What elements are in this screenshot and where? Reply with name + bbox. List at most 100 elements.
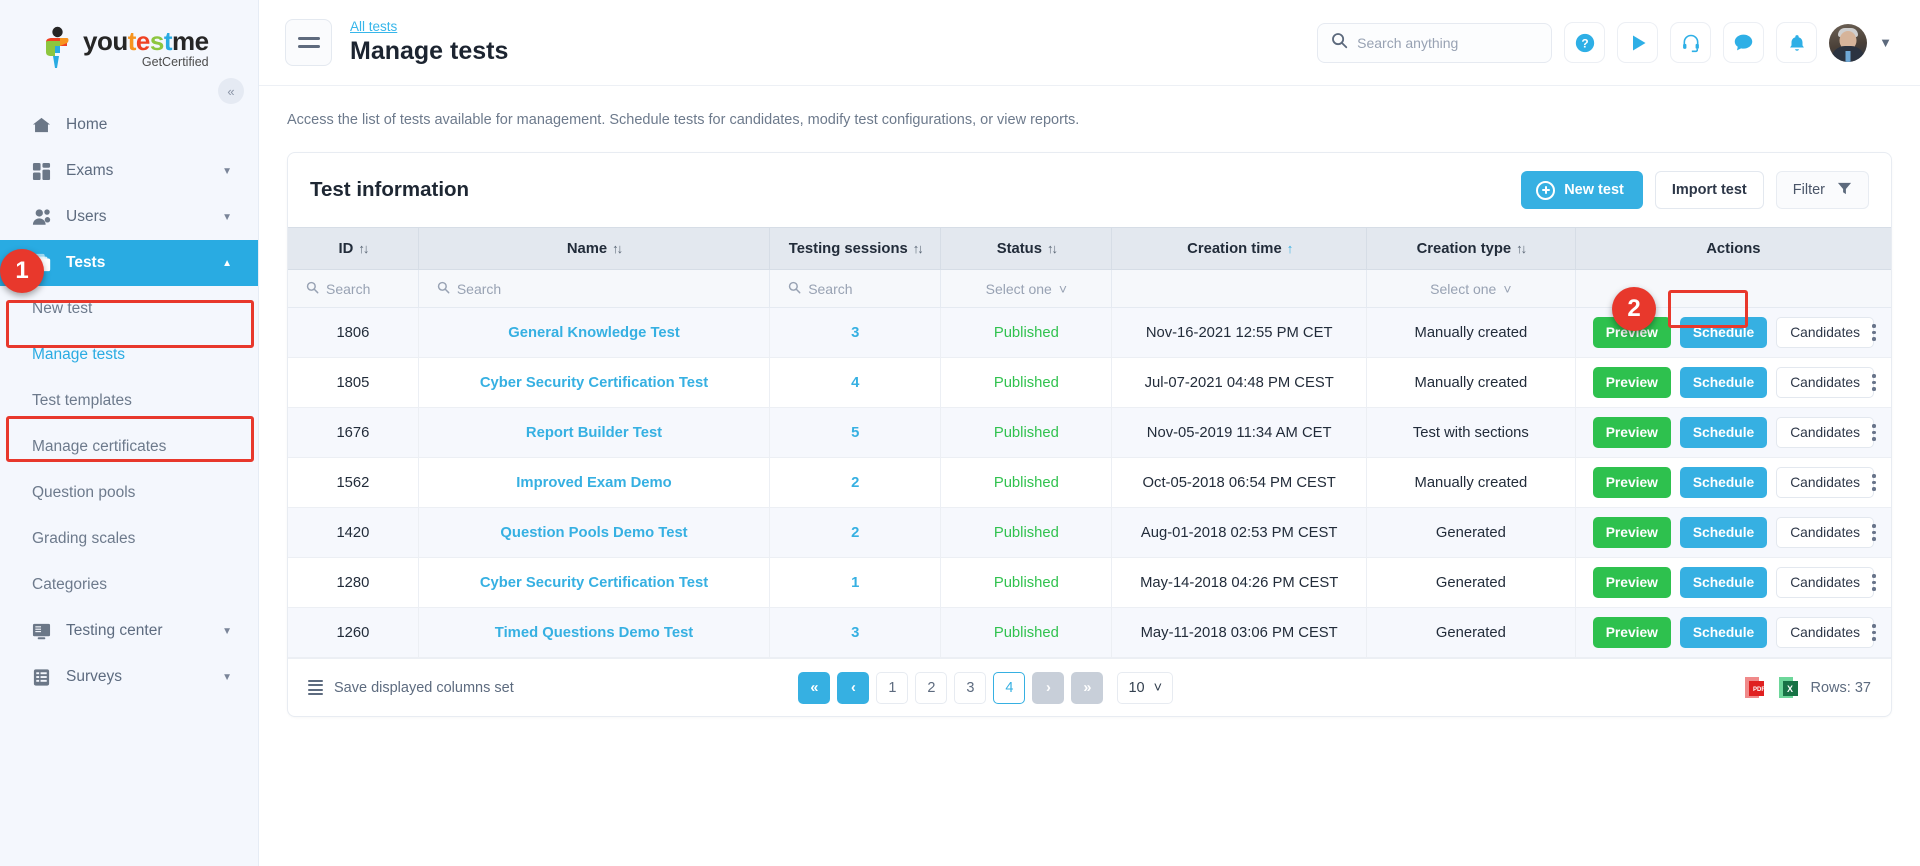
cell-sessions-link[interactable]: 4 [770, 358, 941, 408]
sidebar-item-exams[interactable]: Exams ▼ [0, 148, 258, 194]
chat-icon[interactable] [1723, 22, 1764, 63]
pdf-export-icon[interactable]: PDF [1743, 675, 1766, 700]
candidates-button[interactable]: Candidates [1776, 317, 1874, 348]
column-header-name[interactable]: Name↑↓ [418, 228, 769, 270]
notifications-bell-icon[interactable] [1776, 22, 1817, 63]
creation-type-select[interactable]: Select one ˅ [1367, 281, 1575, 297]
page-button-4-active[interactable]: 4 [993, 672, 1025, 704]
cell-name-link[interactable]: Cyber Security Certification Test [418, 358, 769, 408]
first-page-button[interactable]: « [798, 672, 830, 704]
id-search-input[interactable]: Search [288, 281, 418, 297]
chevron-down-icon[interactable]: ▼ [1879, 35, 1892, 50]
status-select[interactable]: Select one ˅ [941, 281, 1111, 297]
user-avatar[interactable] [1829, 24, 1867, 62]
sidebar-item-users[interactable]: Users ▼ [0, 194, 258, 240]
hamburger-icon[interactable] [285, 19, 332, 66]
column-header-id[interactable]: ID↑↓ [288, 228, 418, 270]
column-header-status[interactable]: Status↑↓ [941, 228, 1112, 270]
cell-sessions-link[interactable]: 3 [770, 308, 941, 358]
schedule-button[interactable]: Schedule [1680, 617, 1767, 648]
preview-button[interactable]: Preview [1593, 567, 1671, 598]
preview-button[interactable]: Preview [1593, 417, 1671, 448]
candidates-button[interactable]: Candidates [1776, 467, 1874, 498]
preview-button[interactable]: Preview [1593, 367, 1671, 398]
sidebar-item-testing-center[interactable]: Testing center ▼ [0, 608, 258, 654]
schedule-button[interactable]: Schedule [1680, 567, 1767, 598]
kebab-menu-icon[interactable] [1863, 574, 1885, 591]
search-input[interactable] [1357, 35, 1522, 51]
kebab-menu-icon[interactable] [1863, 374, 1885, 391]
cell-sessions-link[interactable]: 5 [770, 408, 941, 458]
sidebar-item-grading-scales[interactable]: Grading scales [0, 516, 258, 562]
import-test-button[interactable]: Import test [1655, 171, 1764, 209]
table-row[interactable]: 1562 Improved Exam Demo 2 Published Oct-… [288, 458, 1891, 508]
table-row[interactable]: 1280 Cyber Security Certification Test 1… [288, 558, 1891, 608]
cell-name-link[interactable]: General Knowledge Test [418, 308, 769, 358]
filter-cell-creation-time[interactable] [1112, 270, 1367, 308]
filter-cell-sessions[interactable]: Search [770, 270, 941, 308]
cell-sessions-link[interactable]: 3 [770, 608, 941, 658]
table-row[interactable]: 1420 Question Pools Demo Test 2 Publishe… [288, 508, 1891, 558]
candidates-button[interactable]: Candidates [1776, 617, 1874, 648]
support-headset-icon[interactable] [1670, 22, 1711, 63]
last-page-button[interactable]: » [1071, 672, 1103, 704]
sidebar-item-categories[interactable]: Categories [0, 562, 258, 608]
candidates-button[interactable]: Candidates [1776, 567, 1874, 598]
prev-page-button[interactable]: ‹ [837, 672, 869, 704]
sidebar-item-surveys[interactable]: Surveys ▼ [0, 654, 258, 700]
schedule-button[interactable]: Schedule [1680, 317, 1767, 348]
next-page-button[interactable]: › [1032, 672, 1064, 704]
filter-button[interactable]: Filter [1776, 171, 1869, 209]
rows-per-page-select[interactable]: 10 ˅ [1117, 672, 1173, 704]
sidebar-item-new-test[interactable]: New test [0, 286, 258, 332]
brand-logo[interactable]: youtestme GetCertified [0, 0, 258, 86]
save-displayed-columns-set-button[interactable]: Save displayed columns set [308, 680, 514, 696]
page-button-1[interactable]: 1 [876, 672, 908, 704]
schedule-button[interactable]: Schedule [1680, 467, 1767, 498]
preview-button[interactable]: Preview [1593, 617, 1671, 648]
preview-button[interactable]: Preview [1593, 517, 1671, 548]
filter-cell-creation-type[interactable]: Select one ˅ [1366, 270, 1575, 308]
cell-sessions-link[interactable]: 1 [770, 558, 941, 608]
kebab-menu-icon[interactable] [1863, 324, 1885, 341]
cell-name-link[interactable]: Cyber Security Certification Test [418, 558, 769, 608]
table-row[interactable]: 1260 Timed Questions Demo Test 3 Publish… [288, 608, 1891, 658]
schedule-button[interactable]: Schedule [1680, 367, 1767, 398]
candidates-button[interactable]: Candidates [1776, 517, 1874, 548]
play-icon[interactable] [1617, 22, 1658, 63]
name-search-input[interactable]: Search [419, 281, 769, 297]
sidebar-item-question-pools[interactable]: Question pools [0, 470, 258, 516]
sidebar-item-home[interactable]: Home [0, 102, 258, 148]
preview-button[interactable]: Preview [1593, 467, 1671, 498]
cell-name-link[interactable]: Report Builder Test [418, 408, 769, 458]
filter-cell-id[interactable]: Search [288, 270, 418, 308]
candidates-button[interactable]: Candidates [1776, 417, 1874, 448]
filter-cell-name[interactable]: Search [418, 270, 769, 308]
sidebar-item-manage-tests[interactable]: Manage tests [0, 332, 258, 378]
breadcrumb-all-tests[interactable]: All tests [350, 19, 508, 34]
schedule-button[interactable]: Schedule [1680, 517, 1767, 548]
cell-sessions-link[interactable]: 2 [770, 458, 941, 508]
sidebar-item-test-templates[interactable]: Test templates [0, 378, 258, 424]
cell-name-link[interactable]: Timed Questions Demo Test [418, 608, 769, 658]
page-button-3[interactable]: 3 [954, 672, 986, 704]
kebab-menu-icon[interactable] [1863, 524, 1885, 541]
excel-export-icon[interactable]: X [1777, 675, 1800, 700]
cell-name-link[interactable]: Question Pools Demo Test [418, 508, 769, 558]
schedule-button[interactable]: Schedule [1680, 417, 1767, 448]
column-header-creation-time[interactable]: Creation time↑ [1112, 228, 1367, 270]
sidebar-collapse-icon[interactable]: « [218, 78, 244, 104]
table-row[interactable]: 1805 Cyber Security Certification Test 4… [288, 358, 1891, 408]
global-search[interactable] [1317, 23, 1552, 63]
sessions-search-input[interactable]: Search [770, 281, 940, 297]
help-icon[interactable]: ? [1564, 22, 1605, 63]
kebab-menu-icon[interactable] [1863, 424, 1885, 441]
table-row[interactable]: 1676 Report Builder Test 5 Published Nov… [288, 408, 1891, 458]
cell-name-link[interactable]: Improved Exam Demo [418, 458, 769, 508]
column-header-creation-type[interactable]: Creation type↑↓ [1366, 228, 1575, 270]
kebab-menu-icon[interactable] [1863, 624, 1885, 641]
cell-sessions-link[interactable]: 2 [770, 508, 941, 558]
kebab-menu-icon[interactable] [1863, 474, 1885, 491]
column-header-testing-sessions[interactable]: Testing sessions↑↓ [770, 228, 941, 270]
candidates-button[interactable]: Candidates [1776, 367, 1874, 398]
